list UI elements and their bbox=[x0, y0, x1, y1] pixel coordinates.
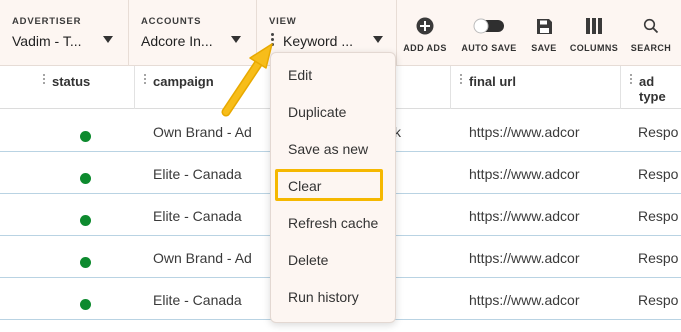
search-button[interactable]: SEARCH bbox=[630, 16, 672, 56]
status-active-icon bbox=[80, 257, 91, 268]
column-header-ad-type[interactable]: ad type bbox=[621, 66, 681, 109]
floppy-disk-icon bbox=[527, 16, 561, 36]
status-active-icon bbox=[80, 131, 91, 142]
columns-icon bbox=[568, 16, 620, 36]
menu-item-edit[interactable]: Edit bbox=[288, 67, 312, 83]
chevron-down-icon bbox=[103, 36, 113, 43]
add-ads-label: ADD ADS bbox=[403, 43, 447, 53]
add-ads-button[interactable]: ADD ADS bbox=[401, 16, 449, 56]
status-active-icon bbox=[80, 215, 91, 226]
drag-handle-icon[interactable] bbox=[460, 74, 463, 86]
search-label: SEARCH bbox=[630, 43, 672, 53]
menu-item-delete[interactable]: Delete bbox=[288, 252, 328, 268]
save-label: SAVE bbox=[531, 43, 557, 53]
menu-item-run-history[interactable]: Run history bbox=[288, 289, 359, 305]
column-header-status[interactable]: status bbox=[0, 66, 135, 109]
campaign-cell: Own Brand - Ad bbox=[153, 250, 252, 266]
ad-type-cell: Respo bbox=[638, 208, 679, 224]
search-icon bbox=[630, 16, 672, 36]
ad-type-cell: Respo bbox=[638, 292, 679, 308]
column-header-final-url[interactable]: final url bbox=[451, 66, 621, 109]
status-active-icon bbox=[80, 299, 91, 310]
drag-handle-icon[interactable] bbox=[43, 74, 46, 86]
final-url-cell: https://www.adcor bbox=[469, 166, 580, 182]
column-header-label: status bbox=[52, 74, 91, 89]
view-value: Keyword ... bbox=[283, 33, 354, 49]
campaign-cell: Elite - Canada bbox=[153, 208, 242, 224]
columns-label: COLUMNS bbox=[569, 43, 619, 53]
advertiser-value: Vadim - T... bbox=[12, 33, 82, 49]
final-url-cell: https://www.adcor bbox=[469, 250, 580, 266]
status-active-icon bbox=[80, 173, 91, 184]
ad-type-cell: Respo bbox=[638, 166, 679, 182]
advertiser-selector[interactable]: ADVERTISER Vadim - T... bbox=[0, 0, 129, 66]
ad-type-cell: Respo bbox=[638, 124, 679, 140]
chevron-down-icon bbox=[231, 36, 241, 43]
auto-save-toggle[interactable]: AUTO SAVE bbox=[459, 16, 519, 56]
final-url-cell: https://www.adcor bbox=[469, 208, 580, 224]
highlight-box bbox=[275, 169, 383, 201]
menu-item-refresh-cache[interactable]: Refresh cache bbox=[288, 215, 378, 231]
campaign-cell: Elite - Canada bbox=[153, 292, 242, 308]
campaign-cell: Elite - Canada bbox=[153, 166, 242, 182]
plus-circle-icon bbox=[401, 16, 449, 36]
toggle-switch-icon bbox=[459, 16, 519, 36]
auto-save-label: AUTO SAVE bbox=[461, 43, 517, 53]
menu-item-duplicate[interactable]: Duplicate bbox=[288, 104, 346, 120]
save-button[interactable]: SAVE bbox=[527, 16, 561, 56]
drag-handle-icon[interactable] bbox=[144, 74, 147, 86]
view-label: VIEW bbox=[269, 16, 297, 27]
final-url-cell: https://www.adcor bbox=[469, 292, 580, 308]
accounts-value: Adcore In... bbox=[141, 33, 213, 49]
advertiser-label: ADVERTISER bbox=[12, 16, 82, 27]
column-header-label: ad type bbox=[639, 74, 666, 104]
ad-type-cell: Respo bbox=[638, 250, 679, 266]
menu-item-save-as-new[interactable]: Save as new bbox=[288, 141, 368, 157]
final-url-cell: https://www.adcor bbox=[469, 124, 580, 140]
columns-button[interactable]: COLUMNS bbox=[568, 16, 620, 56]
chevron-down-icon bbox=[373, 36, 383, 43]
column-header-label: final url bbox=[469, 74, 516, 89]
accounts-label: ACCOUNTS bbox=[141, 16, 202, 27]
drag-handle-icon[interactable] bbox=[630, 74, 633, 86]
column-header-label: campaign bbox=[153, 74, 214, 89]
accounts-selector[interactable]: ACCOUNTS Adcore In... bbox=[129, 0, 257, 66]
campaign-cell: Own Brand - Ad bbox=[153, 124, 252, 140]
more-vertical-icon[interactable] bbox=[271, 33, 275, 47]
